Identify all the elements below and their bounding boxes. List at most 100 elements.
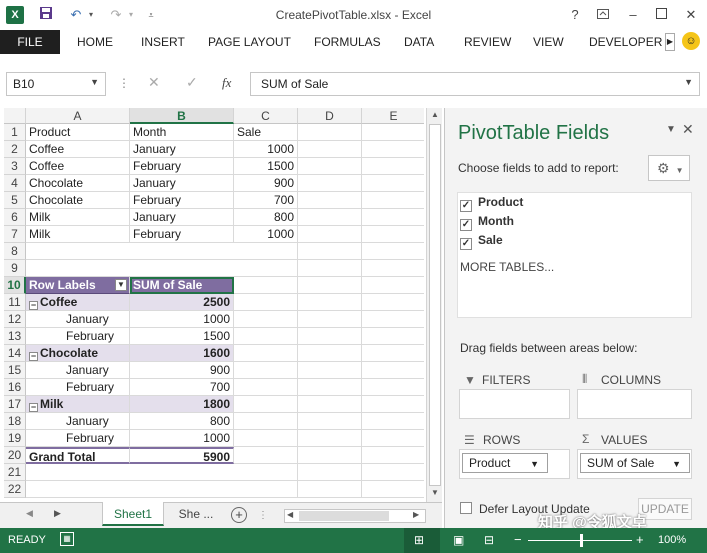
cell[interactable]: 1500 [234,158,298,175]
redo-dropdown-icon[interactable]: ▾ [126,6,136,24]
tab-formulas[interactable]: FORMULAS [314,30,381,54]
row-header[interactable]: 4 [4,175,26,192]
pivot-item-value[interactable]: 1000 [130,311,234,328]
tab-home[interactable]: HOME [77,30,113,54]
pivot-item-label[interactable]: January [26,311,130,328]
cell[interactable]: 900 [234,175,298,192]
zoom-level[interactable]: 100% [658,534,686,546]
row-header[interactable]: 13 [4,328,26,345]
cell[interactable]: February [130,158,234,175]
expand-formula-icon[interactable]: ▼ [684,77,693,87]
customize-toolbar-icon[interactable]: ⩡ [144,6,158,24]
excel-logo-icon[interactable]: X [6,6,24,24]
vertical-scrollbar[interactable]: ▲ ▼ [426,108,442,502]
hscroll-thumb[interactable] [299,511,389,521]
checkbox-checked-icon[interactable]: ✓ [460,219,472,231]
chevron-down-icon[interactable]: ▼ [530,455,539,473]
scroll-up-icon[interactable]: ▲ [429,110,441,122]
filters-drop-area[interactable] [459,389,570,419]
row-header[interactable]: 2 [4,141,26,158]
checkbox-checked-icon[interactable]: ✓ [460,238,472,250]
column-header-e[interactable]: E [362,108,424,124]
row-header[interactable]: 14 [4,345,26,362]
pivot-item-value[interactable]: 700 [130,379,234,396]
zoom-out-icon[interactable]: − [514,532,522,547]
pane-close-icon[interactable]: ✕ [682,121,694,138]
pane-options-chevron-icon[interactable]: ▼ [666,124,676,135]
smiley-feedback-icon[interactable]: ☺ [682,32,700,50]
formula-input[interactable]: SUM of Sale ▼ [250,72,700,96]
field-settings-gear-icon[interactable]: ⚙ ▼ [648,155,690,181]
cell[interactable]: Coffee [26,141,130,158]
column-header-b[interactable]: B [130,108,234,124]
cell[interactable]: Chocolate [26,175,130,192]
row-header[interactable]: 17 [4,396,26,413]
pivot-group-total[interactable]: 1600 [130,345,234,362]
sheet-scroll-right-icon[interactable]: ▶ [54,508,61,519]
chevron-down-icon[interactable]: ▼ [90,77,99,87]
enter-check-icon[interactable]: ✓ [186,74,198,91]
tab-insert[interactable]: INSERT [141,30,185,54]
cell[interactable]: Milk [26,209,130,226]
row-header[interactable]: 15 [4,362,26,379]
filter-dropdown-icon[interactable]: ▼ [115,279,127,291]
row-header[interactable]: 6 [4,209,26,226]
pivot-group-row[interactable]: − Milk [26,396,130,413]
row-header[interactable]: 11 [4,294,26,311]
cancel-icon[interactable]: ✕ [148,74,160,91]
name-box[interactable]: B10 ▼ [6,72,106,96]
cell[interactable]: February [130,226,234,243]
pivot-item-label[interactable]: January [26,413,130,430]
save-icon[interactable] [36,6,56,24]
pivot-item-value[interactable]: 1500 [130,328,234,345]
cell-b1[interactable]: Month [130,124,234,141]
new-sheet-button[interactable]: + [231,507,247,523]
field-item-month[interactable]: ✓ Month [458,212,514,231]
row-header[interactable]: 20 [4,447,26,464]
row-header[interactable]: 19 [4,430,26,447]
cell[interactable]: 700 [234,192,298,209]
hscroll-right-icon[interactable]: ▶ [413,510,419,519]
undo-dropdown-icon[interactable]: ▾ [86,6,96,24]
checkbox-checked-icon[interactable]: ✓ [460,200,472,212]
columns-drop-area[interactable] [577,389,692,419]
pivot-value-header-b10[interactable]: SUM of Sale [130,277,234,294]
pivot-item-label[interactable]: February [26,430,130,447]
ribbon-scroll-right-icon[interactable]: ▶ [665,33,675,51]
field-item-sale[interactable]: ✓ Sale [458,231,503,250]
row-header[interactable]: 1 [4,124,26,141]
zoom-slider-thumb[interactable] [580,534,583,547]
pivot-group-row[interactable]: − Chocolate [26,345,130,362]
cell[interactable]: 1000 [234,141,298,158]
column-header-c[interactable]: C [234,108,298,124]
column-header-d[interactable]: D [298,108,362,124]
horizontal-scrollbar[interactable]: ◀ ▶ [284,509,426,523]
hscroll-left-icon[interactable]: ◀ [287,510,293,519]
sheet-scroll-left-icon[interactable]: ◀ [26,508,33,519]
pivot-item-value[interactable]: 1000 [130,430,234,447]
sheet-tab-sheet1[interactable]: Sheet1 [102,502,164,526]
row-header[interactable]: 10 [4,277,26,294]
field-item-product[interactable]: ✓ Product [458,193,523,212]
row-header[interactable]: 3 [4,158,26,175]
row-header[interactable]: 21 [4,464,26,481]
column-header-a[interactable]: A [26,108,130,124]
macro-record-icon[interactable]: ▦ [60,532,74,546]
cell[interactable]: Milk [26,226,130,243]
restore-icon[interactable] [648,4,674,26]
page-break-view-icon[interactable]: ⊟ [484,533,494,547]
tab-data[interactable]: DATA [404,30,434,54]
undo-icon[interactable]: ↶ [66,6,86,24]
sheet-tab-other[interactable]: She ... [168,502,224,526]
collapse-minus-icon[interactable]: − [29,301,38,310]
cell[interactable]: 1000 [234,226,298,243]
page-layout-view-icon[interactable]: ▣ [453,533,464,547]
values-field-pill[interactable]: SUM of Sale ▼ [580,453,690,473]
redo-icon[interactable]: ↷ [106,6,126,24]
collapse-minus-icon[interactable]: − [29,403,38,412]
cell[interactable]: February [130,192,234,209]
tab-view[interactable]: VIEW [533,30,564,54]
pivot-group-total[interactable]: 1800 [130,396,234,413]
rows-field-pill[interactable]: Product ▼ [462,453,548,473]
worksheet-grid[interactable]: A B C D E 1 2 3 4 5 6 7 8 9 10 11 12 13 … [4,108,424,500]
